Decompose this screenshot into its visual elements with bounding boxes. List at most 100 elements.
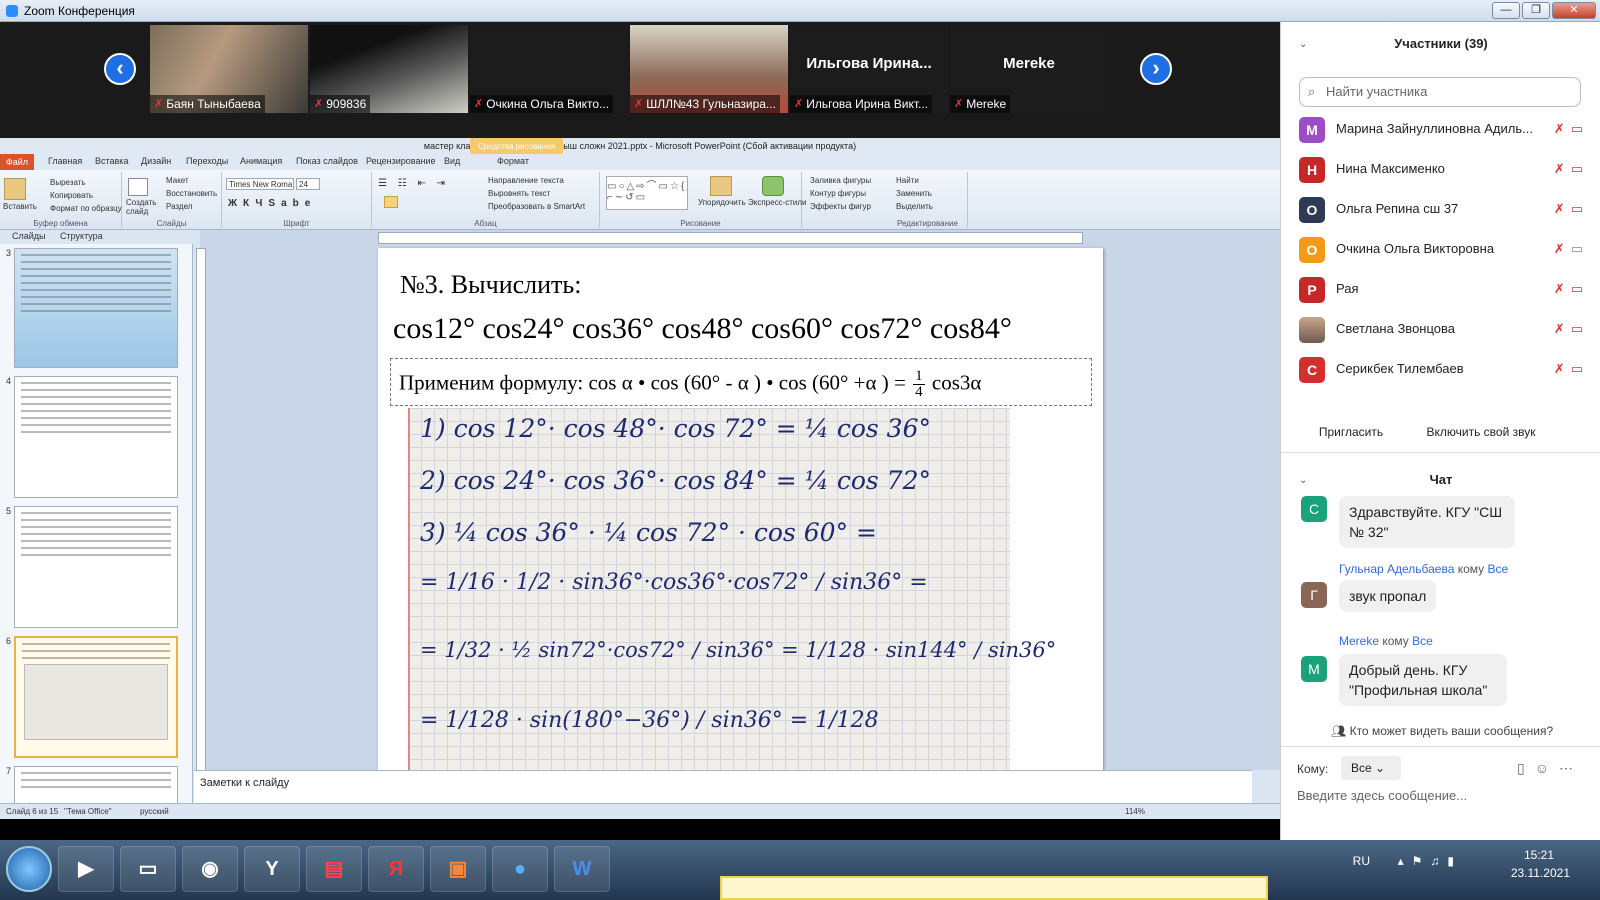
replace-button[interactable]: Заменить <box>896 189 932 198</box>
participant-row[interactable]: Н Нина Максименко ✗▭ <box>1299 149 1589 189</box>
section-button[interactable]: Раздел <box>166 202 192 211</box>
font-name-select[interactable]: Times New Roma <box>226 178 294 190</box>
find-button[interactable]: Найти <box>896 176 919 185</box>
gallery-next-button[interactable]: › <box>1140 53 1172 85</box>
participant-row[interactable]: С Серикбек Тилембаев ✗▭ <box>1299 349 1589 389</box>
participant-row[interactable]: М Марина Зайнуллиновна Адиль... ✗▭ <box>1299 109 1589 149</box>
zoom-icon[interactable]: ● <box>492 846 548 892</box>
avatar-photo <box>1299 317 1325 343</box>
slide-thumbnail[interactable] <box>14 506 178 628</box>
ppt-ribbon-tabs: Файл Главная Вставка Дизайн Переходы Ани… <box>0 154 1280 170</box>
language-indicator[interactable]: RU <box>1353 854 1370 868</box>
window-title-bar: Zoom Конференция — ❐ ✕ <box>0 0 1600 22</box>
participant-row[interactable]: О Ольга Репина сш 37 ✗▭ <box>1299 189 1589 229</box>
explorer-icon[interactable]: ▭ <box>120 846 176 892</box>
clock-time[interactable]: 15:21 <box>1524 848 1554 862</box>
formula-fraction: 14 <box>913 369 925 400</box>
align-text-button[interactable]: Выровнять текст <box>488 189 550 198</box>
paragraph-icons[interactable]: ☰ ☷ ⇤ ⇥ <box>378 178 449 189</box>
new-slide-icon[interactable] <box>128 178 148 196</box>
select-button[interactable]: Выделить <box>896 202 933 211</box>
tab-file[interactable]: Файл <box>0 154 34 170</box>
paste-icon[interactable] <box>4 178 26 200</box>
paste-button[interactable]: Вставить <box>3 202 37 211</box>
font-size-select[interactable]: 24 <box>296 178 320 190</box>
tab-slides[interactable]: Слайды <box>12 231 46 241</box>
start-button[interactable] <box>6 846 52 892</box>
formula-textbox[interactable]: Применим формулу: cos α • cos (60° - α )… <box>390 358 1092 406</box>
notes-pane[interactable]: Заметки к слайду <box>194 770 1252 806</box>
current-slide[interactable]: №3. Вычислить: cos12° cos24° cos36° cos4… <box>378 248 1103 770</box>
group-label: Буфер обмена <box>33 219 88 228</box>
participant-row[interactable]: Светлана Звонцова ✗▭ <box>1299 309 1589 349</box>
arrange-button[interactable]: Упорядочить <box>698 198 746 207</box>
chat-recipient[interactable]: Все <box>1412 634 1433 648</box>
participant-row-name: Марина Зайнуллиновна Адиль... <box>1336 121 1533 136</box>
yandex-icon[interactable]: Я <box>368 846 424 892</box>
tab-home[interactable]: Главная <box>48 156 82 166</box>
unmute-self-button[interactable]: Включить свой звук <box>1411 419 1551 445</box>
gallery-prev-button[interactable]: ‹ <box>104 53 136 85</box>
font-format-buttons[interactable]: ЖКЧSabe <box>228 198 316 209</box>
copy-button[interactable]: Копировать <box>50 191 93 200</box>
chat-sender[interactable]: Mereke <box>1339 634 1379 648</box>
align-left-icon[interactable] <box>384 196 398 208</box>
tab-format[interactable]: Формат <box>497 156 529 166</box>
video-tile[interactable]: Mereke ✗ Mereke <box>950 25 1108 113</box>
chrome-icon[interactable]: ◉ <box>182 846 238 892</box>
arrange-icon[interactable] <box>710 176 732 196</box>
participant-row[interactable]: Р Рая ✗▭ <box>1299 269 1589 309</box>
video-tile[interactable]: ✗ 909836 <box>310 25 468 113</box>
slide-thumbnail-selected[interactable] <box>14 636 178 758</box>
handwritten-line: = 1/32 · ½ sin72°·cos72° / sin36° = 1/12… <box>420 638 1057 662</box>
tab-design[interactable]: Дизайн <box>141 156 171 166</box>
powerpoint-icon[interactable]: ▣ <box>430 846 486 892</box>
maximize-button[interactable]: ❐ <box>1522 2 1550 19</box>
who-can-see-link[interactable]: 👥︎ Кто может видеть ваши сообщения? <box>1331 724 1553 738</box>
reset-button[interactable]: Восстановить <box>166 189 217 198</box>
recipient-dropdown[interactable]: Все ⌄ <box>1341 756 1401 780</box>
avatar: М <box>1299 117 1325 143</box>
chat-tool-icons[interactable]: ▯☺⋯ <box>1517 760 1583 777</box>
smartart-button[interactable]: Преобразовать в SmartArt <box>488 202 585 211</box>
minimize-button[interactable]: — <box>1492 2 1520 19</box>
participant-placeholder-name: Mereke <box>1003 55 1055 72</box>
shapes-gallery[interactable]: ▭○△⇨⌒▭☆{}⌐∼↺▭ <box>606 176 688 210</box>
clock-date[interactable]: 23.11.2021 <box>1511 866 1570 880</box>
participant-row[interactable]: О Очкина Ольга Викторовна ✗▭ <box>1299 229 1589 269</box>
participant-search-input[interactable]: ⌕ Найти участника <box>1299 77 1581 107</box>
pdf-icon[interactable]: ▤ <box>306 846 362 892</box>
yandex-browser-icon[interactable]: Y <box>244 846 300 892</box>
quick-styles-icon[interactable] <box>762 176 784 196</box>
tab-insert[interactable]: Вставка <box>95 156 128 166</box>
text-direction-button[interactable]: Направление текста <box>488 176 564 185</box>
video-tile[interactable]: Ильгова Ирина... ✗ Ильгова Ирина Викт... <box>790 25 948 113</box>
invite-button[interactable]: Пригласить <box>1299 419 1403 445</box>
chat-input[interactable]: Введите здесь сообщение... <box>1297 788 1467 803</box>
tab-outline[interactable]: Структура <box>60 231 103 241</box>
media-player-icon[interactable]: ▶ <box>58 846 114 892</box>
shape-fill-button[interactable]: Заливка фигуры <box>810 176 871 185</box>
format-painter-button[interactable]: Формат по образцу <box>50 204 122 213</box>
shape-effects-button[interactable]: Эффекты фигур <box>810 202 871 211</box>
cut-button[interactable]: Вырезать <box>50 178 86 187</box>
new-slide-button[interactable]: Создать слайд <box>126 198 156 216</box>
tab-review[interactable]: Рецензирование <box>366 156 436 166</box>
tray-icons[interactable]: ▴⚑♫▮ <box>1398 854 1462 868</box>
chat-recipient[interactable]: Все <box>1488 562 1509 576</box>
quick-styles-button[interactable]: Экспресс-стили <box>748 198 807 207</box>
video-tile[interactable]: ✗ ШЛЛ№43 Гульназира... <box>630 25 788 113</box>
tab-slideshow[interactable]: Показ слайдов <box>296 156 358 166</box>
tab-animation[interactable]: Анимация <box>240 156 282 166</box>
video-tile[interactable]: ✗ Баян Тыныбаева <box>150 25 308 113</box>
tab-view[interactable]: Вид <box>444 156 460 166</box>
chat-sender[interactable]: Гульнар Адельбаева <box>1339 562 1454 576</box>
video-tile[interactable]: ✗ Очкина Ольга Викто... <box>470 25 628 113</box>
tab-transitions[interactable]: Переходы <box>186 156 228 166</box>
layout-button[interactable]: Макет <box>166 176 189 185</box>
close-button[interactable]: ✕ <box>1552 2 1596 19</box>
slide-thumbnail[interactable] <box>14 248 178 368</box>
word-icon[interactable]: W <box>554 846 610 892</box>
shape-outline-button[interactable]: Контур фигуры <box>810 189 866 198</box>
slide-thumbnail[interactable] <box>14 376 178 498</box>
